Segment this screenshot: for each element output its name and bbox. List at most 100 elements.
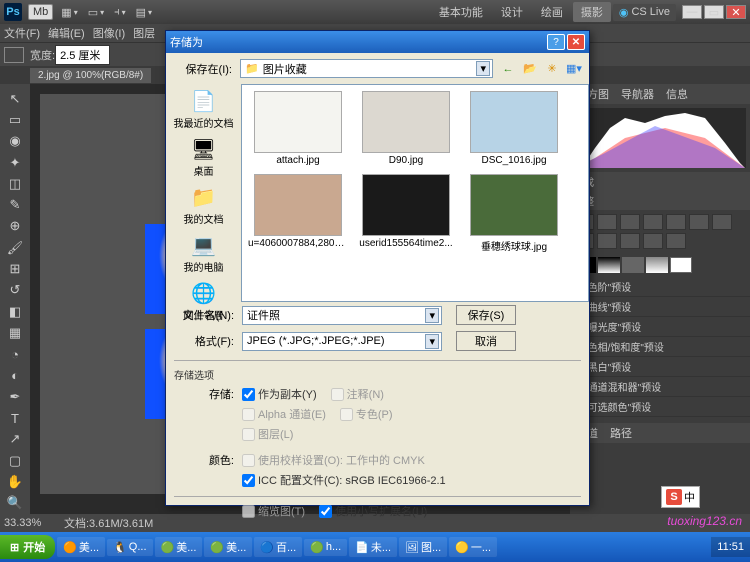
newfolder-icon[interactable]: ✳ <box>543 60 561 78</box>
swatch-white[interactable] <box>670 257 692 273</box>
crop-tool-icon[interactable]: ◫ <box>4 174 26 193</box>
cancel-button[interactable]: 取消 <box>456 331 516 351</box>
taskbar-item[interactable]: 🔵百... <box>254 537 302 557</box>
titlebar-dropdown-2[interactable]: ▭ <box>84 4 108 21</box>
preset-exposure[interactable]: "曝光度"预设 <box>570 317 750 337</box>
dodge-tool-icon[interactable]: ◐ <box>4 366 26 385</box>
file-item[interactable]: D90.jpg <box>356 91 456 166</box>
file-item[interactable]: attach.jpg <box>248 91 348 166</box>
views-icon[interactable]: ▦▾ <box>565 60 583 78</box>
ime-indicator[interactable]: S中 <box>661 486 700 508</box>
maximize-button[interactable]: ▭ <box>704 5 724 19</box>
file-item[interactable]: 垂穗绣球球.jpg <box>464 174 564 253</box>
width-input[interactable]: 2.5 厘米 <box>55 45 110 65</box>
menu-edit[interactable]: 编辑(E) <box>48 25 85 41</box>
dialog-titlebar[interactable]: 存储为 ? ✕ <box>166 31 589 53</box>
preset-mixer[interactable]: "通道混和器"预设 <box>570 377 750 397</box>
path-tool-icon[interactable]: ↗ <box>4 430 26 449</box>
filename-input[interactable]: 证件照 <box>242 306 442 325</box>
menu-image[interactable]: 图像(I) <box>93 25 125 41</box>
mixer-icon[interactable] <box>597 233 617 249</box>
titlebar-dropdown-3[interactable]: ⫞ <box>110 4 130 21</box>
format-combo[interactable]: JPEG (*.JPG;*.JPEG;*.JPE) <box>242 332 442 351</box>
workspace-design[interactable]: 设计 <box>493 2 531 22</box>
taskbar-item[interactable]: 🟡一... <box>449 537 497 557</box>
taskbar-item[interactable]: 📄未... <box>349 537 397 557</box>
preset-bw[interactable]: "黑白"预设 <box>570 357 750 377</box>
up-icon[interactable]: 📂 <box>521 60 539 78</box>
shape-tool-icon[interactable]: ▢ <box>4 451 26 470</box>
system-tray[interactable]: 11:51 <box>711 537 750 557</box>
titlebar-dropdown-1[interactable]: ▦ <box>57 4 81 21</box>
tab-navigator[interactable]: 导航器 <box>615 86 660 102</box>
poster-icon[interactable] <box>643 233 663 249</box>
document-tab[interactable]: 2.jpg @ 100%(RGB/8#) <box>30 68 151 83</box>
back-icon[interactable]: ← <box>499 60 517 78</box>
preset-levels[interactable]: "色阶"预设 <box>570 277 750 297</box>
file-item[interactable]: u=4060007884,2808... <box>248 174 348 253</box>
brush-tool-icon[interactable]: 🖌 <box>4 238 26 257</box>
tab-paths[interactable]: 路径 <box>604 425 638 441</box>
menu-file[interactable]: 文件(F) <box>4 25 40 41</box>
preset-selective[interactable]: "可选颜色"预设 <box>570 397 750 417</box>
zoom-value[interactable]: 33.33% <box>4 517 64 529</box>
workspace-basic[interactable]: 基本功能 <box>431 2 491 22</box>
chk-lowercase-ext[interactable]: 使用小写扩展名(U) <box>319 503 427 519</box>
preset-hue[interactable]: "色相/饱和度"预设 <box>570 337 750 357</box>
crop-tool-icon[interactable] <box>4 47 24 63</box>
levels-icon[interactable] <box>597 214 617 230</box>
workspace-paint[interactable]: 绘画 <box>533 2 571 22</box>
heal-tool-icon[interactable]: ⊕ <box>4 217 26 236</box>
taskbar-item[interactable]: 🟢美... <box>155 537 203 557</box>
eraser-tool-icon[interactable]: ◧ <box>4 302 26 321</box>
bw-icon[interactable] <box>712 214 732 230</box>
move-tool-icon[interactable]: ↖ <box>4 89 26 108</box>
taskbar-item[interactable]: 🐧Q... <box>107 539 152 556</box>
lasso-tool-icon[interactable]: ◉ <box>4 132 26 151</box>
preset-curves[interactable]: "曲线"预设 <box>570 297 750 317</box>
start-button[interactable]: ⊞开始 <box>0 535 55 559</box>
dialog-help-icon[interactable]: ? <box>547 34 565 50</box>
workspace-photo[interactable]: 摄影 <box>573 2 611 22</box>
curves-icon[interactable] <box>620 214 640 230</box>
dialog-close-icon[interactable]: ✕ <box>567 34 585 50</box>
taskbar-item[interactable]: 🟢美... <box>204 537 252 557</box>
place-desktop[interactable]: 🖥桌面 <box>189 136 219 178</box>
menu-layer[interactable]: 图层 <box>133 25 155 41</box>
hand-tool-icon[interactable]: ✋ <box>4 472 26 491</box>
cslive-button[interactable]: ◉CS Live <box>613 4 676 21</box>
exposure-icon[interactable] <box>643 214 663 230</box>
tab-info[interactable]: 信息 <box>660 86 694 102</box>
hue-icon[interactable] <box>689 214 709 230</box>
wand-tool-icon[interactable]: ✦ <box>4 153 26 172</box>
blur-tool-icon[interactable]: ◔ <box>4 345 26 364</box>
invert-icon[interactable] <box>620 233 640 249</box>
swatch-gray[interactable] <box>622 257 644 273</box>
savein-combo[interactable]: 📁图片收藏 <box>240 59 493 78</box>
file-item[interactable]: DSC_1016.jpg <box>464 91 564 166</box>
eyedropper-tool-icon[interactable]: ✎ <box>4 195 26 214</box>
swatch-grad2[interactable] <box>646 257 668 273</box>
taskbar-item[interactable]: 🟢h... <box>304 539 347 556</box>
stamp-tool-icon[interactable]: ⊞ <box>4 259 26 278</box>
type-tool-icon[interactable]: T <box>4 408 26 427</box>
gradient-tool-icon[interactable]: ▦ <box>4 323 26 342</box>
marquee-tool-icon[interactable]: ▭ <box>4 110 26 129</box>
history-tool-icon[interactable]: ↺ <box>4 281 26 300</box>
chk-icc[interactable]: ICC 配置文件(C): sRGB IEC61966-2.1 <box>242 472 446 488</box>
taskbar-item[interactable]: 🖼图... <box>399 537 447 557</box>
chk-copy[interactable]: 作为副本(Y) <box>242 386 317 402</box>
vibrance-icon[interactable] <box>666 214 686 230</box>
place-mycomputer[interactable]: 💻我的电脑 <box>184 232 224 274</box>
titlebar-dropdown-4[interactable]: ▤ <box>132 4 156 21</box>
save-button[interactable]: 保存(S) <box>456 305 516 325</box>
pen-tool-icon[interactable]: ✒ <box>4 387 26 406</box>
taskbar-item[interactable]: 🟠美... <box>57 537 105 557</box>
minibridge-button[interactable]: Mb <box>28 4 53 20</box>
swatch-grad1[interactable] <box>598 257 620 273</box>
place-recent[interactable]: 📄我最近的文档 <box>174 88 234 130</box>
zoom-tool-icon[interactable]: 🔍 <box>4 494 26 513</box>
file-list[interactable]: attach.jpgD90.jpgDSC_1016.jpg u=406000788… <box>241 84 589 302</box>
file-item[interactable]: userid155564time2... <box>356 174 456 253</box>
minimize-button[interactable]: — <box>682 5 702 19</box>
